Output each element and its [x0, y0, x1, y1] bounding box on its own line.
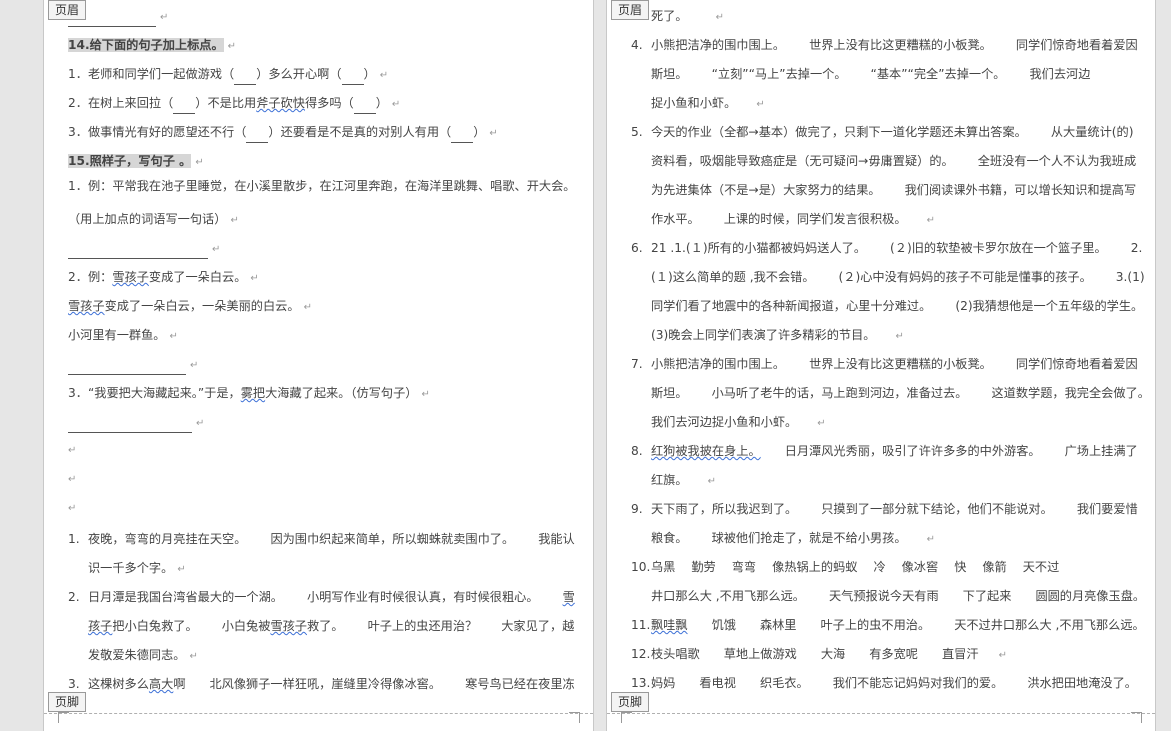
answer-9-line-1: 天下雨了，所以我迟到了。 只摸到了一部分就下结论，他们不能说对。 我们要爱惜: [651, 502, 1138, 516]
question-14-item-3: 3．做事情光有好的愿望还不行（ ）还要看是不是真的对别人有用（） ↵: [68, 123, 498, 143]
question-14-title: 14.给下面的句子加上标点。 ↵: [68, 38, 237, 52]
answer-4-line-2: 斯坦。 “立刻”“马上”去掉一个。 “基本”“完全”去掉一个。 我们去河边: [651, 67, 1091, 81]
question-15-example-2-sample: 雪孩子变成了一朵白云，一朵美丽的白云。 ↵: [68, 299, 312, 313]
header-tag[interactable]: 页眉: [48, 0, 87, 20]
answer-4-line-1: 小熊把洁净的围巾围上。 世界上没有比这更糟糕的小板凳。 同学们惊奇地看着爱因: [651, 38, 1138, 52]
answer-7-line-1: 小熊把洁净的围巾围上。 世界上没有比这更糟糕的小板凳。 同学们惊奇地看着爱因: [651, 357, 1138, 371]
paragraph-mark: ↵: [68, 503, 77, 514]
document-page-right: 页眉 页脚 死了。 ↵ 4. 小熊把洁净的围巾围上。 世界上没有比这更糟糕的小板凳。同…: [606, 0, 1156, 731]
answer-5-line-1: 今天的作业（全都→基本）做完了，只剩下一道化学题还未算出答案。 从大量统计(的): [651, 125, 1134, 139]
answer-number: 7.: [631, 357, 643, 371]
answer-2-line-1: 日月潭是我国台湾省最大的一个湖。 小明写作业有时候很认真，有时候很粗心。雪: [88, 590, 575, 604]
answer-7-line-2: 斯坦。 小马听了老牛的话，马上跑到河边，准备过去。 这道数学题，我完全会做了。: [651, 386, 1150, 400]
answer-number: 13.: [631, 676, 651, 690]
paragraph-mark: ↵: [68, 445, 77, 456]
answer-blank-line: ↵: [68, 239, 220, 259]
answer-number: 2.: [68, 590, 80, 604]
footer-tag[interactable]: 页脚: [48, 692, 87, 712]
answer-number: 5.: [631, 125, 643, 139]
margin-corner-mark: [621, 712, 632, 723]
answer-1-line-1: 夜晚，弯弯的月亮挂在天空。 因为围巾织起来简单，所以蜘蛛就卖围巾了。 我能认: [88, 532, 575, 546]
answer-number: 11.: [631, 618, 651, 632]
answer-7-line-3: 我们去河边捉小鱼和小虾。 ↵: [651, 415, 826, 429]
answer-2-line-2: 孩子把小白兔救了。 小白兔被雪孩子救了。 叶子上的虫还用治？ 大家见了，越: [88, 619, 575, 633]
answer-13-line-1: 妈妈 看电视 织毛衣。 我们不能忘记妈妈对我们的爱。 洪水把田地淹没了。: [651, 676, 1137, 690]
answer-9-line-2: 粮食。 球被他们抢走了，就是不给小男孩。 ↵: [651, 531, 935, 545]
question-14-item-2: 2．在树上来回拉（ ）不是比用斧子砍快得多吗（） ↵: [68, 94, 400, 114]
margin-corner-mark: [58, 712, 69, 723]
answer-6-line-2: (１)这么简单的题 ,我不会错。 (２)心中没有妈妈的孩子不可能是懂事的孩子。 3.…: [651, 270, 1145, 284]
question-15-task-2: 小河里有一群鱼。 ↵: [68, 328, 178, 342]
answer-5-line-3: 为先进集体（不是→是）大家努力的结果。 我们阅读课外书籍，可以增长知识和提高写: [651, 183, 1137, 197]
answer-8-line-1: 红狗被我披在身上。 日月潭风光秀丽，吸引了许许多多的中外游客。 广场上挂满了: [651, 444, 1138, 458]
answer-8-line-2: 红旗。 ↵: [651, 473, 716, 487]
question-15-hint-1: （用上加点的词语写一句话） ↵: [68, 212, 239, 226]
answer-number: 8.: [631, 444, 643, 458]
margin-corner-mark: [1131, 712, 1142, 723]
footer-tag[interactable]: 页脚: [611, 692, 650, 712]
header-tag[interactable]: 页眉: [611, 0, 650, 20]
question-15-example-1: 1．例：平常我在池子里睡觉，在小溪里散步，在江河里奔跑，在海洋里跳舞、唱歌、开大…: [68, 179, 576, 193]
answer-number: 3.: [68, 677, 80, 691]
answer-6-line-1: 21 .1.(１)所有的小猫都被妈妈送人了。 (２)旧的软垫被卡罗尔放在一个篮子里…: [651, 241, 1143, 255]
answer-number: 10.: [631, 560, 651, 574]
answer-number: 4.: [631, 38, 643, 52]
answer-10-line-2: 井口那么大 ,不用飞那么远。天气预报说今天有雨下了起来圆圆的月亮像玉盘。↵: [651, 589, 1146, 603]
footer-divider: [44, 713, 593, 714]
answer-blank-line: ↵: [68, 413, 204, 433]
answer-5-line-4: 作水平。 上课的时候，同学们发言很积极。 ↵: [651, 212, 935, 226]
question-15-example-3: 3．“我要把大海藏起来。”于是，雾把大海藏了起来。（仿写句子） ↵: [68, 386, 430, 400]
vertical-scrollbar[interactable]: [1156, 0, 1169, 731]
answer-continuation: 死了。 ↵: [651, 9, 724, 23]
answer-5-line-2: 资料看，吸烟能导致癌症是（无可疑问→毋庸置疑）的。 全班没有一个人不认为我班成: [651, 154, 1137, 168]
answer-number: 9.: [631, 502, 643, 516]
answer-blank-line: ↵: [68, 355, 198, 375]
margin-corner-mark: [569, 712, 580, 723]
question-14-item-1: 1．老师和同学们一起做游戏（ ）多么开心啊（） ↵: [68, 65, 388, 85]
answer-2-line-3: 发敬爱朱德同志。 ↵: [88, 648, 198, 662]
answer-3-line-1: 这棵树多么高大啊 北风像狮子一样狂吼，崖缝里冷得像冰窖。 寒号鸟已经在夜里冻: [88, 677, 575, 691]
answer-number: 6.: [631, 241, 643, 255]
footer-divider: [607, 713, 1155, 714]
answer-10-line-1: 乌黑 勤劳 弯弯 像热锅上的蚂蚁冷像冰窖快像箭 天不过: [651, 560, 1060, 574]
document-page-left: 页眉 页脚 ↵ 14.给下面的句子加上标点。 ↵ 1．老师和同学们一起做游戏（ ）多…: [43, 0, 594, 731]
answer-4-line-3: 捉小鱼和小虾。 ↵: [651, 96, 765, 110]
paragraph-mark: ↵: [68, 474, 77, 485]
answer-12-line-1: 枝头唱歌 草地上做游戏 大海 有多宽呢 直冒汗 ↵: [651, 647, 1007, 661]
answer-number: 12.: [631, 647, 651, 661]
answer-1-line-2: 识一千多个字。 ↵: [88, 561, 186, 575]
question-15-title: 15.照样子，写句子 。 ↵: [68, 154, 204, 168]
answer-6-line-4: (3)晚会上同学们表演了许多精彩的节目。 ↵: [651, 328, 904, 342]
question-15-example-2: 2．例：雪孩子变成了一朵白云。 ↵: [68, 270, 259, 284]
answer-number: 1.: [68, 532, 80, 546]
answer-6-line-3: 同学们看了地震中的各种新闻报道，心里十分难过。 (2)我猜想他是一个五年级的学生。: [651, 299, 1144, 313]
answer-11-line-1: 飘哇飘 饥饿 森林里 叶子上的虫不用治。 天不过井口那么大 ,不用飞那么远。: [651, 618, 1145, 632]
